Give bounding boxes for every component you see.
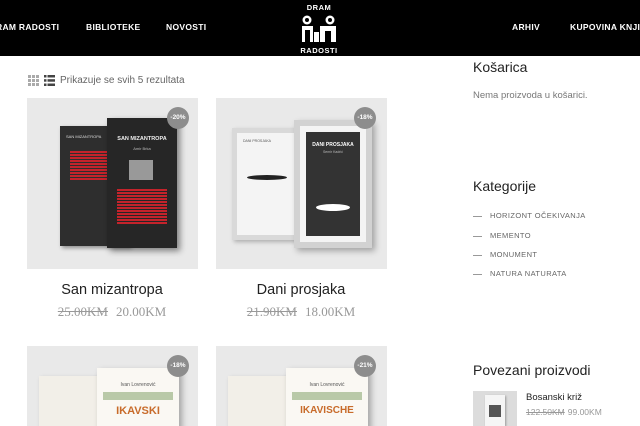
logo-text-bottom: RADOSTI [300,46,338,55]
site-logo[interactable]: DRAM RADOSTI [298,3,340,55]
discount-badge: -21% [354,355,376,377]
discount-badge: -18% [354,107,376,129]
book-cover-author: Ivan Lovrenović [309,382,345,388]
old-price: 21.90KM [246,304,297,319]
product-title[interactable]: San mizantropa [27,282,197,298]
book-cover-title: IKAVSKI [116,405,160,417]
dash-icon [473,235,482,237]
new-price: 18.00KM [305,304,356,319]
category-label: HORIZONT OČEKIVANJA [490,211,586,220]
book-cover-illustration [316,204,350,211]
related-new-price: 99.00KM [567,407,602,417]
book-back-illustration [247,175,287,180]
discount-badge: -20% [167,107,189,129]
category-horizont-ocekivanja[interactable]: HORIZONT OČEKIVANJA [473,211,586,220]
dash-icon [473,273,482,275]
book-back-title: SAN MIZANTROPA [66,134,102,139]
cart-empty-message: Nema proizvoda u košarici. [473,90,588,101]
related-product-thumbnail[interactable] [473,391,517,426]
categories-title: Kategorije [473,178,537,194]
category-memento[interactable]: MEMENTO [473,231,531,240]
new-price: 20.00KM [116,304,167,319]
related-book-cover [485,395,505,426]
category-label: MONUMENT [490,250,538,259]
book-red-pattern [117,188,167,224]
dash-icon [473,215,482,217]
nav-dram-radosti[interactable]: RAM RADOSTI [0,22,59,32]
book-cover-image [129,160,153,180]
logo-text-top: DRAM [306,3,332,12]
book-cover-title: DANI PROSJAKA [312,142,354,148]
product-price: 21.90KM 18.00KM [216,304,386,320]
book-front-cover: Ivan Lovrenović IKAVISCHE [286,368,368,426]
category-label: MEMENTO [490,231,531,240]
book-cover-inner: DANI PROSJAKA Semir Kadrić [306,132,360,236]
cart-title: Košarica [473,59,528,75]
book-cover-map [103,392,173,400]
old-price: 25.00KM [57,304,108,319]
book-cover-title: SAN MIZANTROPA [117,136,167,142]
top-navigation-bar: RAM RADOSTI BIBLIOTEKE NOVOSTI DRAM RADO… [0,0,640,56]
discount-badge: -18% [167,355,189,377]
book-back-cover [39,376,99,426]
book-back-title: DANI PROSJAKA [243,139,272,143]
result-count: Prikazuje se svih 5 rezultata [60,75,185,86]
book-cover-map [292,392,362,400]
nav-arhiv[interactable]: ARHIV [512,22,540,32]
nav-biblioteke[interactable]: BIBLIOTEKE [86,22,140,32]
book-front-cover: Ivan Lovrenović IKAVSKI [97,368,179,426]
related-product-price: 122.50KM 99.00KM [526,407,602,417]
book-cover-author: Amir Brka [133,146,151,151]
list-view-icon[interactable] [44,75,55,86]
related-products-title: Povezani proizvodi [473,362,591,378]
category-label: NATURA NATURATA [490,269,567,278]
product-title[interactable]: Dani prosjaka [216,282,386,298]
grid-view-icon[interactable] [28,75,39,86]
nav-novosti[interactable]: NOVOSTI [166,22,206,32]
logo-figures-icon [302,15,336,42]
nav-kupovina-knjiga[interactable]: KUPOVINA KNJIG [570,22,640,32]
book-front-cover: DANI PROSJAKA Semir Kadrić [294,120,372,248]
category-natura-naturata[interactable]: NATURA NATURATA [473,269,567,278]
book-front-cover: SAN MIZANTROPA Amir Brka [107,118,177,248]
book-cover-author: Semir Kadrić [322,150,344,154]
related-product-title[interactable]: Bosanski križ [526,392,582,403]
book-back-cover [228,376,288,426]
category-monument[interactable]: MONUMENT [473,250,537,259]
book-cover-author: Ivan Lovrenović [120,382,156,388]
related-book-image [489,405,501,417]
related-old-price: 122.50KM [526,407,565,417]
book-cover-title: IKAVISCHE [300,405,354,416]
dash-icon [473,254,482,256]
product-price: 25.00KM 20.00KM [27,304,197,320]
